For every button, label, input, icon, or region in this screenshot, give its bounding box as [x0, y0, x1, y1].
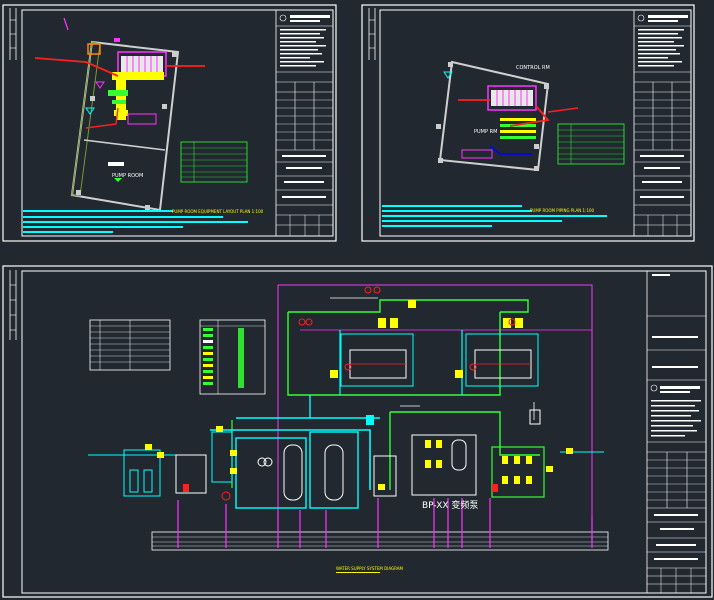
sheet-3-equipment-table [89, 319, 171, 371]
sheet-3-treatment-units [123, 409, 573, 509]
sheet-2-legend-table [557, 123, 625, 165]
sheet-3-title-block [646, 270, 707, 594]
sheet-1-caption: PUMP ROOM EQUIPMENT LAYOUT PLAN 1:100 [172, 209, 264, 214]
sheet-3-equipment-label: BP-XX 变频泵 [422, 499, 478, 511]
cad-drawing-canvas: PUMP ROOM PUMP ROOM EQUIPMENT LAYOUT PLA… [2, 4, 713, 598]
sheet-1-room-label: PUMP ROOM [112, 173, 143, 179]
sheet-2-binding-strip [368, 8, 376, 60]
sheet-3: BP-XX 变频泵 WATER SUPPLY SYSTEM DIAGRAM [2, 265, 713, 598]
sheet-2-room-label-mid: PUMP RM [474, 129, 497, 135]
sheet-1-notes: PUMP ROOM EQUIPMENT LAYOUT PLAN 1:100 [23, 209, 264, 233]
sheet-3-drain-manifold [151, 498, 609, 551]
sheet-2-title-block [633, 9, 692, 237]
sheet-1-legend-table [180, 141, 248, 183]
sheet-3-caption: WATER SUPPLY SYSTEM DIAGRAM [336, 566, 403, 571]
sheet-1-title-block [275, 9, 334, 237]
sheet-3-pipelines [88, 284, 604, 540]
sheet-2-caption: PUMP ROOM PIPING PLAN 1:100 [530, 208, 595, 213]
sheet-2-building-plan: CONTROL RM PUMP RM [436, 60, 579, 172]
sheet-3-legend-table [199, 319, 266, 395]
sheet-2-room-label-top: CONTROL RM [516, 65, 550, 71]
sheet-2: CONTROL RM PUMP RM PUMP ROOM PIPING PLAN… [361, 4, 695, 242]
sheet-3-inner-frame [21, 270, 707, 594]
sheet-1-building-plan: PUMP ROOM [34, 17, 205, 212]
sheet-1: PUMP ROOM PUMP ROOM EQUIPMENT LAYOUT PLA… [2, 4, 337, 242]
sheet-3-binding-strip [9, 270, 17, 340]
sheet-3-pump-unit-right [455, 318, 539, 387]
sheet-1-inner-frame [21, 9, 334, 237]
sheet-3-caption-underline [336, 572, 380, 573]
sheet-1-binding-strip [9, 8, 17, 60]
sheet-2-inner-frame [379, 9, 692, 237]
sheet-3-pump-unit-left [298, 286, 416, 387]
sheet-2-notes: PUMP ROOM PIPING PLAN 1:100 [382, 205, 607, 227]
